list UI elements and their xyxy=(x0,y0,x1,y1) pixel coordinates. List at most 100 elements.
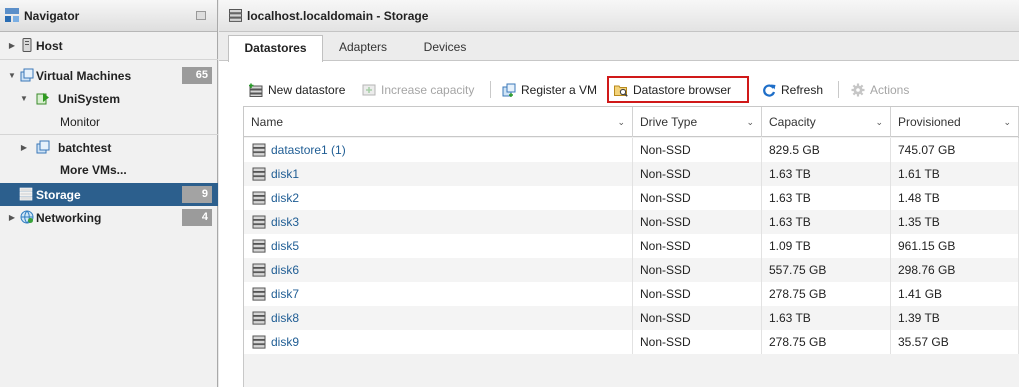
datastore-name-link[interactable]: disk7 xyxy=(244,282,633,306)
increase-capacity-button[interactable]: Increase capacity xyxy=(362,80,474,99)
navigator-title: Navigator xyxy=(24,9,80,23)
datastore-name: disk1 xyxy=(271,167,300,181)
new-datastore-icon xyxy=(249,83,263,97)
expand-arrow-icon[interactable]: ▶ xyxy=(7,41,17,50)
capacity-cell: 278.75 GB xyxy=(762,282,891,306)
register-vm-label: Register a VM xyxy=(521,82,598,97)
datastore-name: disk6 xyxy=(271,263,300,277)
capacity-cell: 1.63 TB xyxy=(762,162,891,186)
storage-count-badge: 9 xyxy=(182,186,212,203)
toolbar-divider xyxy=(838,81,839,98)
register-vm-button[interactable]: Register a VM xyxy=(502,80,597,99)
tab-datastores[interactable]: Datastores xyxy=(228,35,323,62)
nav-item-label: Monitor xyxy=(60,114,101,129)
virtual-machines-icon xyxy=(20,68,34,82)
datastore-icon xyxy=(252,143,266,157)
column-header-label: Name xyxy=(251,115,284,129)
nav-item-batchtest[interactable]: ▶ batchtest xyxy=(0,136,218,159)
refresh-button[interactable]: Refresh xyxy=(762,80,823,99)
datastore-name: disk2 xyxy=(271,191,300,205)
drive-type-cell: Non-SSD xyxy=(633,234,762,258)
table-row[interactable]: disk8 Non-SSD 1.63 TB 1.39 TB xyxy=(244,306,1019,330)
table-empty-area xyxy=(244,354,1019,387)
datastore-name-link[interactable]: disk3 xyxy=(244,210,633,234)
provisioned-cell: 961.15 GB xyxy=(891,234,1019,258)
new-datastore-button[interactable]: New datastore xyxy=(249,80,345,99)
chevron-down-icon[interactable]: ⌄ xyxy=(617,107,625,137)
collapse-arrow-icon[interactable]: ▼ xyxy=(19,94,29,103)
nav-item-unisystem[interactable]: ▼ UniSystem xyxy=(0,87,218,110)
drive-type-cell: Non-SSD xyxy=(633,138,762,162)
chevron-down-icon[interactable]: ⌄ xyxy=(875,107,883,137)
tab-adapters[interactable]: Adapters xyxy=(327,35,399,61)
refresh-label: Refresh xyxy=(781,82,824,97)
datastore-icon xyxy=(252,335,266,349)
datastore-name: disk9 xyxy=(271,335,300,349)
nav-item-label: Storage xyxy=(36,187,81,202)
datastore-name-link[interactable]: disk6 xyxy=(244,258,633,282)
nav-item-host[interactable]: ▶ Host xyxy=(0,34,218,57)
nav-item-label: Host xyxy=(36,38,63,53)
storage-icon xyxy=(229,9,242,22)
datastore-name-link[interactable]: disk2 xyxy=(244,186,633,210)
datastore-name-link[interactable]: disk8 xyxy=(244,306,633,330)
expand-arrow-icon[interactable]: ▶ xyxy=(19,143,29,152)
tab-devices[interactable]: Devices xyxy=(409,35,481,61)
table-row[interactable]: disk2 Non-SSD 1.63 TB 1.48 TB xyxy=(244,186,1019,210)
nav-item-virtual-machines[interactable]: ▼ Virtual Machines 65 xyxy=(0,64,218,87)
capacity-cell: 557.75 GB xyxy=(762,258,891,282)
collapse-arrow-icon[interactable]: ▼ xyxy=(7,71,17,80)
table-row[interactable]: disk3 Non-SSD 1.63 TB 1.35 TB xyxy=(244,210,1019,234)
vm-icon xyxy=(36,140,50,154)
datastore-name-link[interactable]: datastore1 (1) xyxy=(244,138,633,162)
page-title: localhost.localdomain - Storage xyxy=(247,9,429,23)
column-header-name[interactable]: Name ⌄ xyxy=(244,107,633,137)
expand-arrow-icon[interactable]: ▶ xyxy=(7,213,17,222)
table-row[interactable]: disk6 Non-SSD 557.75 GB 298.76 GB xyxy=(244,258,1019,282)
provisioned-cell: 1.48 TB xyxy=(891,186,1019,210)
chevron-down-icon[interactable]: ⌄ xyxy=(1003,107,1011,137)
table-row[interactable]: disk5 Non-SSD 1.09 TB 961.15 GB xyxy=(244,234,1019,258)
column-header-label: Capacity xyxy=(769,115,816,129)
capacity-cell: 1.63 TB xyxy=(762,186,891,210)
datastores-table: Name ⌄ Drive Type ⌄ Capacity ⌄ Provision… xyxy=(243,106,1019,387)
column-header-label: Drive Type xyxy=(640,115,698,129)
capacity-cell: 278.75 GB xyxy=(762,330,891,354)
column-header-capacity[interactable]: Capacity ⌄ xyxy=(762,107,891,137)
table-row[interactable]: disk7 Non-SSD 278.75 GB 1.41 GB xyxy=(244,282,1019,306)
table-row[interactable]: disk9 Non-SSD 278.75 GB 35.57 GB xyxy=(244,330,1019,354)
table-row[interactable]: datastore1 (1) Non-SSD 829.5 GB 745.07 G… xyxy=(244,138,1019,162)
nav-item-label: batchtest xyxy=(58,140,112,155)
table-row[interactable]: disk1 Non-SSD 1.63 TB 1.61 TB xyxy=(244,162,1019,186)
collapse-navigator-button[interactable] xyxy=(196,11,206,20)
chevron-down-icon[interactable]: ⌄ xyxy=(746,107,754,137)
new-datastore-label: New datastore xyxy=(268,82,346,97)
datastore-name-link[interactable]: disk9 xyxy=(244,330,633,354)
datastore-icon xyxy=(252,215,266,229)
main-header: localhost.localdomain - Storage xyxy=(219,0,1019,32)
drive-type-cell: Non-SSD xyxy=(633,186,762,210)
actions-button[interactable]: Actions xyxy=(851,80,909,99)
increase-capacity-label: Increase capacity xyxy=(381,82,475,97)
drive-type-cell: Non-SSD xyxy=(633,306,762,330)
vm-powered-on-icon xyxy=(36,93,49,105)
provisioned-cell: 1.61 TB xyxy=(891,162,1019,186)
datastore-name-link[interactable]: disk5 xyxy=(244,234,633,258)
column-header-provisioned[interactable]: Provisioned ⌄ xyxy=(891,107,1019,137)
datastore-browser-icon xyxy=(614,85,628,97)
datastore-icon xyxy=(252,263,266,277)
nav-item-label: UniSystem xyxy=(58,91,121,106)
datastore-browser-button[interactable]: Datastore browser xyxy=(614,80,731,99)
provisioned-cell: 745.07 GB xyxy=(891,138,1019,162)
nav-item-networking[interactable]: ▶ Networking 4 xyxy=(0,206,218,229)
vmware-host-client-icon xyxy=(5,8,19,22)
nav-item-storage[interactable]: Storage 9 xyxy=(0,183,218,206)
navigator-panel: Navigator ▶ Host ▼ Virtual Machines 65 ▼… xyxy=(0,0,218,387)
datastore-name-link[interactable]: disk1 xyxy=(244,162,633,186)
tab-bar: Datastores Adapters Devices xyxy=(219,32,1019,62)
nav-item-more-vms[interactable]: More VMs... xyxy=(0,158,218,181)
drive-type-cell: Non-SSD xyxy=(633,162,762,186)
column-header-drive-type[interactable]: Drive Type ⌄ xyxy=(633,107,762,137)
nav-item-monitor[interactable]: Monitor xyxy=(0,110,218,133)
network-count-badge: 4 xyxy=(182,209,212,226)
